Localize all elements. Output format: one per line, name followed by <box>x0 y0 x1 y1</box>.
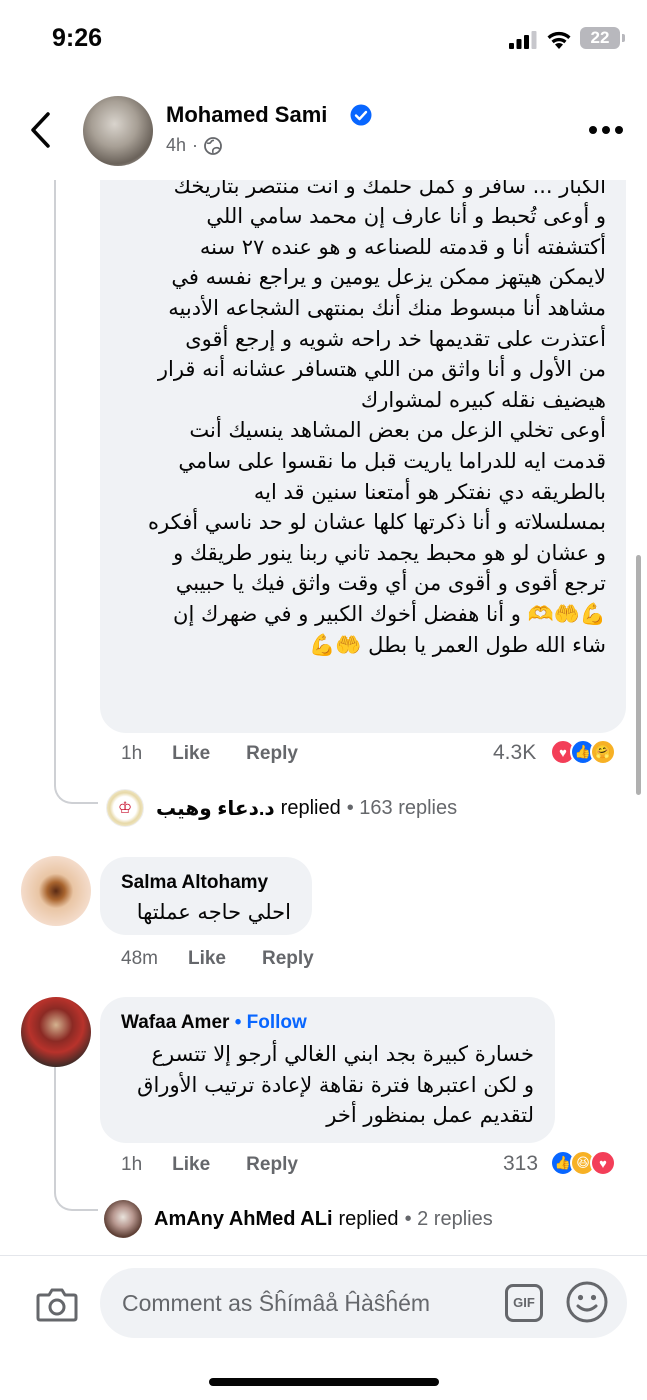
thread-connector <box>54 1177 98 1211</box>
comment-composer: Comment as Ŝĥímâå Ĥàŝĥém GIF <box>0 1255 647 1400</box>
status-time: 9:26 <box>52 24 103 52</box>
like-button[interactable]: Like <box>188 948 226 970</box>
view-replies-main[interactable]: ♔ د.دعاء وهيب replied • 163 replies <box>106 789 457 827</box>
reaction-count[interactable]: 4.3K <box>493 741 536 765</box>
meta-separator: · <box>192 135 199 155</box>
comment-bubble[interactable]: Wafaa Amer • Follow خسارة كبيرة بجد ابني… <box>100 997 555 1143</box>
thread-line <box>54 180 56 778</box>
comment-time: 48m <box>121 948 158 969</box>
comment-bubble[interactable]: Salma Altohamy احلي حاجه عملتها <box>100 857 312 935</box>
scrollbar[interactable] <box>636 555 641 795</box>
thread-connector <box>54 778 98 804</box>
globe-icon <box>204 136 222 155</box>
commenter-name[interactable]: Wafaa Amer <box>121 1012 229 1033</box>
replier-avatar <box>104 1200 142 1238</box>
reaction-icons[interactable]: ♥ 👍 🤗 <box>550 739 616 765</box>
more-options-icon[interactable] <box>588 125 624 135</box>
main-comment-actions: 1h Like Reply <box>121 743 334 765</box>
post-meta: 4h · <box>166 135 222 156</box>
author-name[interactable]: Mohamed Sami <box>166 102 327 128</box>
love-reaction-icon: ♥ <box>590 1150 616 1176</box>
comment-input-placeholder: Comment as Ŝĥímâå Ĥàŝĥém <box>122 1290 431 1316</box>
reply-button[interactable]: Reply <box>246 743 298 765</box>
replier-name: AmAny AhMed ALi <box>154 1207 333 1230</box>
wifi-icon <box>547 31 571 49</box>
comment-text: خسارة كبيرة بجد ابني الغالي أرجو إلا تتس… <box>137 1042 534 1128</box>
battery-tip <box>622 34 625 42</box>
cellular-signal-icon <box>509 31 537 49</box>
author-avatar[interactable] <box>83 96 153 166</box>
comment-actions: 48m Like Reply <box>121 948 350 970</box>
emoji-icon[interactable] <box>565 1280 609 1324</box>
post-header: Mohamed Sami 4h · <box>0 80 647 180</box>
main-comment-text: بيبقى على قد حجمك و سي دي ضريبة الناجحين… <box>148 180 606 657</box>
verified-badge-icon <box>350 104 372 126</box>
follow-button[interactable]: • Follow <box>235 1012 307 1033</box>
reply-button[interactable]: Reply <box>246 1154 298 1176</box>
comments-list: بيبقى على قد حجمك و سي دي ضريبة الناجحين… <box>0 180 647 1255</box>
comment-actions: 1h Like Reply <box>121 1154 334 1176</box>
like-button[interactable]: Like <box>172 1154 210 1176</box>
comment-time: 1h <box>121 1154 143 1175</box>
camera-icon[interactable] <box>36 1286 78 1322</box>
replier-avatar: ♔ <box>106 789 144 827</box>
reaction-count[interactable]: 313 <box>503 1152 538 1176</box>
reaction-icons[interactable]: 👍 😆 ♥ <box>550 1150 616 1176</box>
commenter-header: Wafaa Amer • Follow <box>121 1012 307 1034</box>
commenter-name[interactable]: Salma Altohamy <box>121 872 268 894</box>
comment-text: احلي حاجه عملتها <box>136 900 291 924</box>
reply-button[interactable]: Reply <box>262 948 314 970</box>
replied-label: replied <box>280 796 341 819</box>
home-indicator <box>209 1378 439 1386</box>
like-button[interactable]: Like <box>172 743 210 765</box>
comment-input[interactable]: Comment as Ŝĥímâå Ĥàŝĥém GIF <box>100 1268 627 1338</box>
back-arrow-icon[interactable] <box>26 110 56 150</box>
status-bar: 9:26 22 <box>0 0 647 80</box>
main-comment-bubble[interactable]: بيبقى على قد حجمك و سي دي ضريبة الناجحين… <box>100 180 626 733</box>
care-reaction-icon: 🤗 <box>590 739 616 765</box>
replies-count: • 2 replies <box>404 1207 493 1230</box>
comment-time: 1h <box>121 743 143 764</box>
post-time: 4h <box>166 135 187 155</box>
replier-name: د.دعاء وهيب <box>156 797 275 820</box>
thread-line <box>54 1067 56 1177</box>
commenter-avatar[interactable] <box>21 856 91 926</box>
view-replies-wafaa[interactable]: AmAny AhMed ALi replied • 2 replies <box>104 1200 493 1238</box>
replied-label: replied <box>338 1207 399 1230</box>
battery-indicator: 22 <box>580 27 620 49</box>
replies-count: • 163 replies <box>346 796 458 819</box>
commenter-avatar[interactable] <box>21 997 91 1067</box>
gif-button[interactable]: GIF <box>505 1284 543 1322</box>
